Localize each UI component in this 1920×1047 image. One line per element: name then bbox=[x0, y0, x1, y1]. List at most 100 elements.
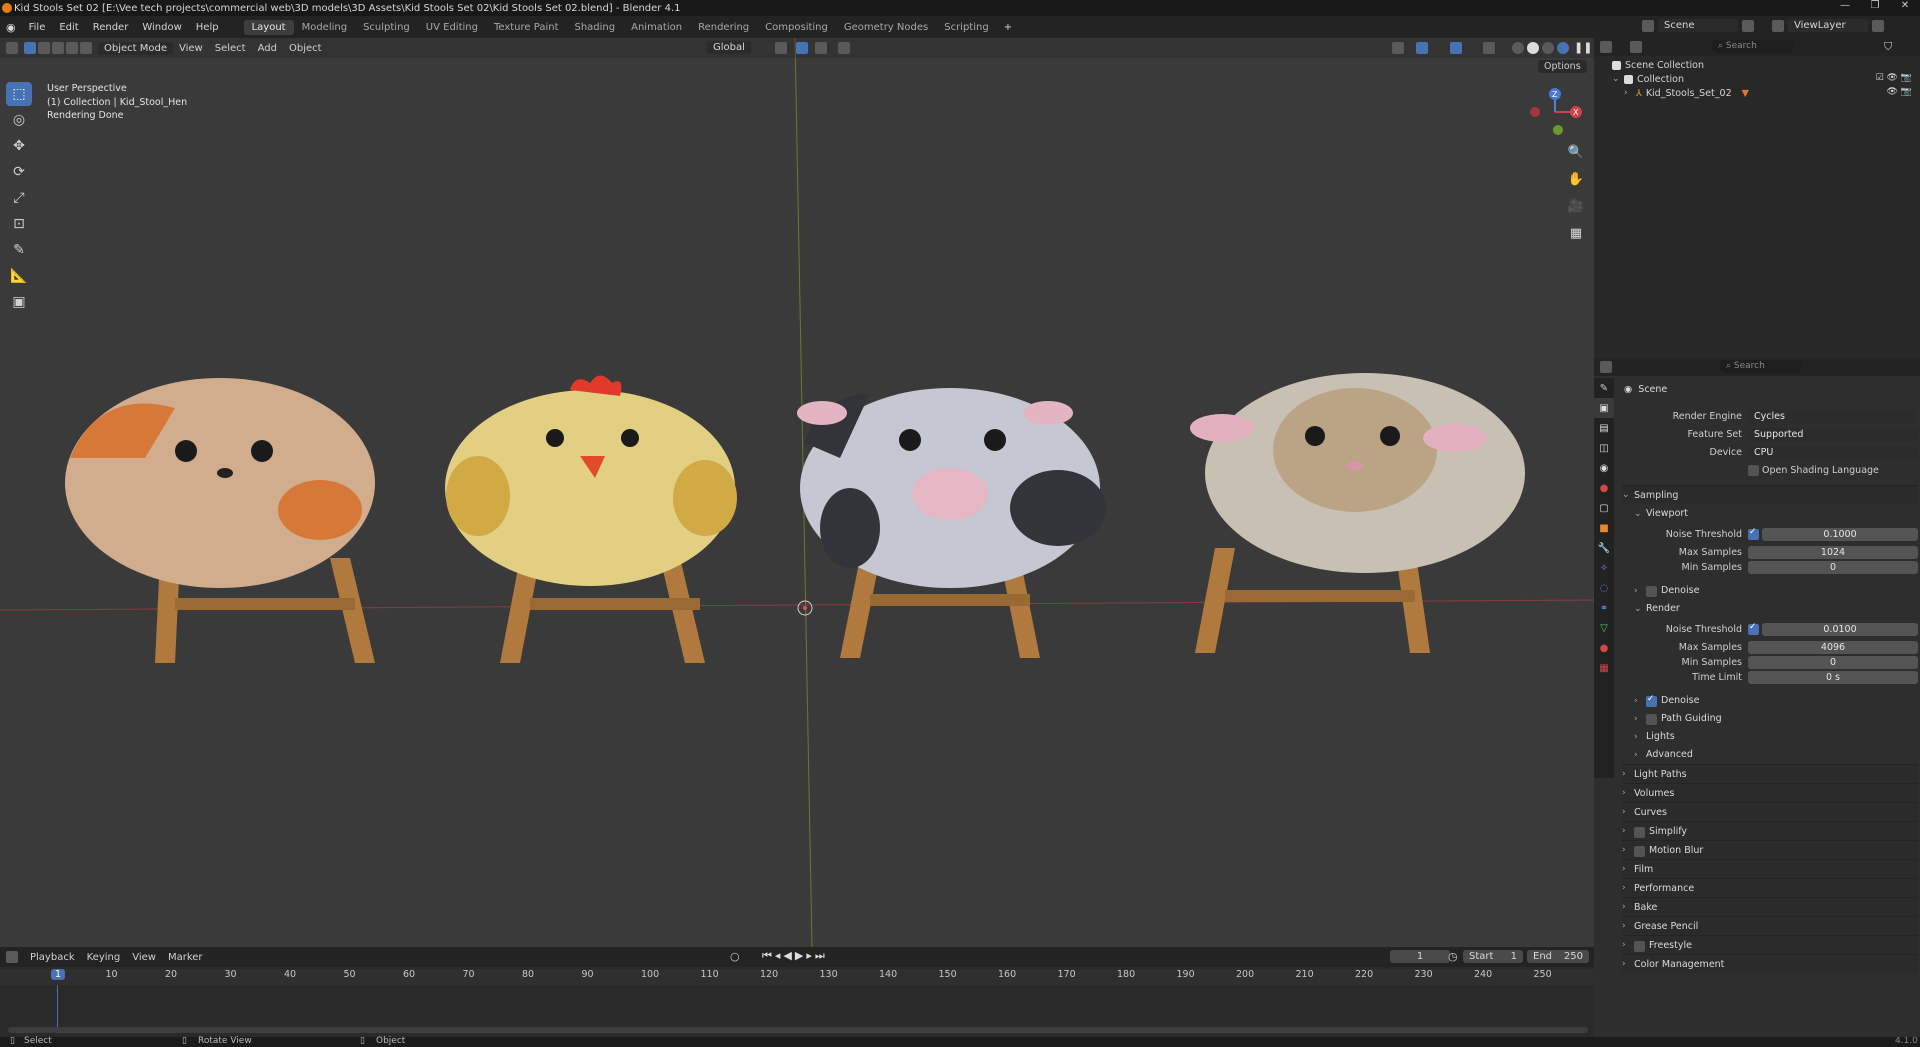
physics-tab-icon[interactable]: ◌ bbox=[1594, 578, 1614, 598]
cursor-icon[interactable]: ◎ bbox=[6, 108, 32, 132]
render-subpanel-header[interactable]: ⌄ Render bbox=[1634, 599, 1918, 618]
freestyle-panel[interactable]: › Freestyle bbox=[1622, 935, 1918, 954]
shading-mode-icons[interactable] bbox=[1512, 42, 1569, 54]
light-paths-panel[interactable]: › Light Paths bbox=[1622, 764, 1918, 783]
navigation-gizmo[interactable]: Z X bbox=[1520, 82, 1590, 142]
tool-tab-icon[interactable]: ✎ bbox=[1594, 378, 1614, 398]
performance-panel[interactable]: › Performance bbox=[1622, 878, 1918, 897]
grid-ortho-icon[interactable]: ▦ bbox=[1564, 221, 1588, 245]
tab-modeling[interactable]: Modeling bbox=[294, 20, 356, 35]
rotate-icon[interactable]: ⟳ bbox=[6, 160, 32, 184]
options-dropdown[interactable]: Options bbox=[1538, 60, 1587, 73]
tab-uv-editing[interactable]: UV Editing bbox=[418, 20, 486, 35]
constraints-tab-icon[interactable]: ⚭ bbox=[1594, 598, 1614, 618]
curves-panel[interactable]: › Curves bbox=[1622, 802, 1918, 821]
simplify-panel[interactable]: › Simplify bbox=[1622, 821, 1918, 840]
output-tab-icon[interactable]: ▤ bbox=[1594, 418, 1614, 438]
viewport-subpanel-header[interactable]: ⌄ Viewport bbox=[1634, 504, 1918, 523]
object-tab-icon[interactable]: ■ bbox=[1594, 518, 1614, 538]
collection-tab-icon[interactable]: ▢ bbox=[1594, 498, 1614, 518]
outliner-editor-icon[interactable] bbox=[1600, 41, 1612, 53]
3d-viewport[interactable] bbox=[0, 38, 1594, 947]
r-max-samples-field[interactable]: 4096 bbox=[1748, 641, 1918, 654]
film-panel[interactable]: › Film bbox=[1622, 859, 1918, 878]
r-denoise-checkbox[interactable] bbox=[1646, 694, 1657, 707]
device-dropdown[interactable]: CPU bbox=[1748, 446, 1918, 459]
start-frame-field[interactable]: Start 1 bbox=[1463, 950, 1523, 963]
feature-set-dropdown[interactable]: Supported bbox=[1748, 428, 1918, 441]
properties-editor-icon[interactable] bbox=[1600, 361, 1612, 373]
collection-visibility-icons[interactable]: ☑ 👁 📷 bbox=[1876, 73, 1912, 83]
camera-view-icon[interactable]: 🎥 bbox=[1564, 194, 1588, 218]
vp-max-samples-field[interactable]: 1024 bbox=[1748, 546, 1918, 559]
clock-icon[interactable]: ◷ bbox=[1448, 950, 1458, 963]
osl-checkbox[interactable] bbox=[1748, 465, 1759, 476]
volumes-panel[interactable]: › Volumes bbox=[1622, 783, 1918, 802]
chevron-right-icon[interactable]: › bbox=[1624, 88, 1636, 98]
pivot-point-icon[interactable] bbox=[775, 42, 787, 54]
render-engine-dropdown[interactable]: Cycles bbox=[1748, 410, 1918, 423]
vp-denoise-checkbox[interactable] bbox=[1646, 586, 1657, 597]
timeline-menu-marker[interactable]: Marker bbox=[162, 952, 209, 963]
add-workspace-icon[interactable]: + bbox=[997, 22, 1019, 33]
add-cube-icon[interactable]: ▣ bbox=[6, 290, 32, 314]
viewport-scene[interactable] bbox=[0, 38, 1594, 947]
snap-icon[interactable] bbox=[796, 42, 808, 54]
path-guiding-subpanel[interactable]: › Path Guiding bbox=[1634, 709, 1918, 728]
r-denoise-subpanel[interactable]: ›Denoise bbox=[1634, 691, 1918, 710]
visibility-icon[interactable] bbox=[1392, 42, 1404, 54]
menu-help[interactable]: Help bbox=[189, 22, 226, 33]
modifier-tab-icon[interactable]: 🔧 bbox=[1594, 538, 1614, 558]
lights-subpanel[interactable]: › Lights bbox=[1634, 727, 1918, 746]
object-mode-dropdown[interactable]: Object Mode bbox=[98, 41, 173, 55]
tab-compositing[interactable]: Compositing bbox=[757, 20, 836, 35]
scene-selector[interactable]: Scene bbox=[1658, 19, 1738, 32]
view-layer-icon[interactable] bbox=[1772, 19, 1784, 32]
playback-controls[interactable]: ⏮◂◀▶▸⏭ bbox=[762, 949, 828, 963]
menu-render[interactable]: Render bbox=[86, 22, 136, 33]
current-frame-field[interactable]: 1 bbox=[1390, 950, 1450, 963]
new-view-layer-icon[interactable] bbox=[1872, 19, 1884, 32]
pause-render-icon[interactable]: ❚❚ bbox=[1574, 41, 1592, 54]
transform-orientation-dropdown[interactable]: Global bbox=[707, 41, 751, 54]
tab-texture-paint[interactable]: Texture Paint bbox=[486, 20, 567, 35]
timeline-editor-icon[interactable] bbox=[6, 951, 18, 963]
hand-pan-icon[interactable]: ✋ bbox=[1564, 167, 1588, 191]
snap-target-icon[interactable] bbox=[815, 42, 827, 54]
outliner-item-scene-collection[interactable]: Scene Collection bbox=[1612, 58, 1704, 72]
viewport-menu-add[interactable]: Add bbox=[252, 43, 283, 54]
blender-menu-icon[interactable]: ◉ bbox=[0, 21, 22, 34]
object-visibility-icons[interactable]: 👁 📷 bbox=[1887, 87, 1913, 97]
advanced-subpanel[interactable]: › Advanced bbox=[1634, 745, 1918, 764]
outliner-search-input[interactable]: ⌕ Search bbox=[1712, 40, 1794, 53]
new-scene-icon[interactable] bbox=[1742, 19, 1754, 32]
simplify-checkbox[interactable] bbox=[1634, 826, 1645, 838]
filter-icon[interactable]: ⛉ bbox=[1884, 40, 1892, 54]
vp-noise-threshold-field[interactable]: 0.1000 bbox=[1762, 528, 1918, 541]
scale-icon[interactable]: ⤢ bbox=[6, 186, 32, 210]
view-layer-tab-icon[interactable]: ◫ bbox=[1594, 438, 1614, 458]
tab-animation[interactable]: Animation bbox=[623, 20, 690, 35]
vp-denoise-subpanel[interactable]: › Denoise bbox=[1634, 581, 1918, 600]
transform-icon[interactable]: ⊡ bbox=[6, 212, 32, 236]
render-tab-icon[interactable]: ▣ bbox=[1594, 398, 1614, 418]
end-frame-field[interactable]: End 250 bbox=[1527, 950, 1589, 963]
timeline-ruler[interactable]: 1 10 20 30 40 50 60 70 80 90 100 110 120 130 140 150 160… bbox=[0, 969, 1594, 985]
viewport-menu-view[interactable]: View bbox=[173, 43, 209, 54]
gizmo-toggle-icon[interactable] bbox=[1416, 42, 1428, 54]
zoom-icon[interactable]: 🔍 bbox=[1564, 140, 1588, 164]
motion-blur-checkbox[interactable] bbox=[1634, 845, 1645, 857]
viewport-menu-select[interactable]: Select bbox=[209, 43, 252, 54]
vp-min-samples-field[interactable]: 0 bbox=[1748, 561, 1918, 574]
move-icon[interactable]: ✥ bbox=[6, 134, 32, 158]
outliner-item-kid-stools[interactable]: › ⅄ Kid_Stools_Set_02 ▼ 👁 📷 bbox=[1624, 86, 1912, 100]
select-box-icon[interactable]: ⬚ bbox=[6, 82, 32, 106]
menu-window[interactable]: Window bbox=[135, 22, 188, 33]
timeline-menu-keying[interactable]: Keying bbox=[81, 952, 127, 963]
data-tab-icon[interactable]: ▽ bbox=[1594, 618, 1614, 638]
tab-geometry-nodes[interactable]: Geometry Nodes bbox=[836, 20, 936, 35]
r-min-samples-field[interactable]: 0 bbox=[1748, 656, 1918, 669]
r-noise-threshold-field[interactable]: 0.0100 bbox=[1762, 623, 1918, 636]
world-tab-icon[interactable]: ● bbox=[1594, 478, 1614, 498]
view-layer-selector[interactable]: ViewLayer bbox=[1788, 19, 1868, 32]
